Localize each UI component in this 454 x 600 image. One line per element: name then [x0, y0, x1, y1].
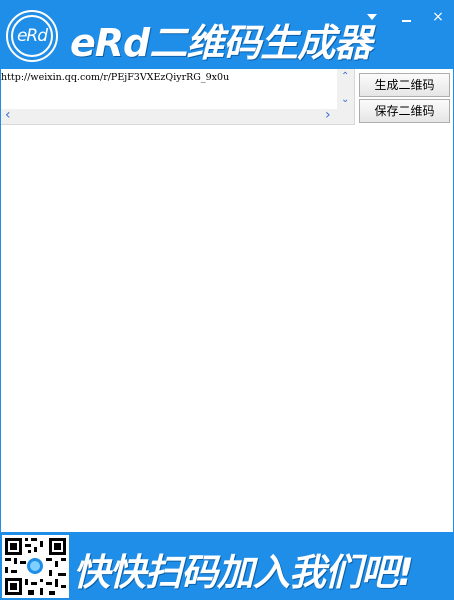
qr-preview-area	[1, 127, 453, 532]
logo-text: eRd	[11, 15, 53, 57]
app-title: eRd二维码生成器	[70, 21, 372, 65]
generate-qr-button[interactable]: 生成二维码	[359, 73, 450, 97]
url-input[interactable]: http://weixin.qq.com/r/PEjF3VXEzQiyrRG_9…	[1, 69, 355, 125]
horizontal-scrollbar[interactable]: ‹ ›	[1, 108, 337, 124]
save-qr-button[interactable]: 保存二维码	[359, 99, 450, 123]
app-window: eRd eRd二维码生成器 × http://weixin.qq.com/r/P…	[0, 0, 454, 600]
qr-code-icon	[2, 535, 69, 598]
scrollbar-corner	[337, 109, 354, 124]
footer-banner: 快快扫码加入我们吧!	[0, 532, 454, 600]
scroll-up-icon[interactable]: ⌃	[341, 72, 349, 82]
minimize-button[interactable]	[396, 8, 416, 26]
vertical-scrollbar[interactable]: ⌃ ⌄	[337, 69, 354, 109]
footer-slogan: 快快扫码加入我们吧!	[73, 551, 414, 594]
menu-dropdown-button[interactable]	[362, 8, 382, 26]
scroll-right-icon[interactable]: ›	[325, 108, 331, 122]
main-content: http://weixin.qq.com/r/PEjF3VXEzQiyrRG_9…	[1, 69, 453, 532]
close-button[interactable]: ×	[428, 8, 448, 26]
close-icon: ×	[432, 9, 444, 25]
app-logo: eRd	[6, 10, 58, 62]
scroll-left-icon[interactable]: ‹	[5, 108, 11, 122]
title-bar[interactable]: eRd eRd二维码生成器 ×	[0, 0, 454, 69]
url-input-value[interactable]: http://weixin.qq.com/r/PEjF3VXEzQiyrRG_9…	[1, 72, 335, 83]
dropdown-triangle-icon	[367, 14, 377, 20]
minimize-icon	[401, 20, 411, 22]
scroll-down-icon[interactable]: ⌄	[341, 95, 349, 105]
